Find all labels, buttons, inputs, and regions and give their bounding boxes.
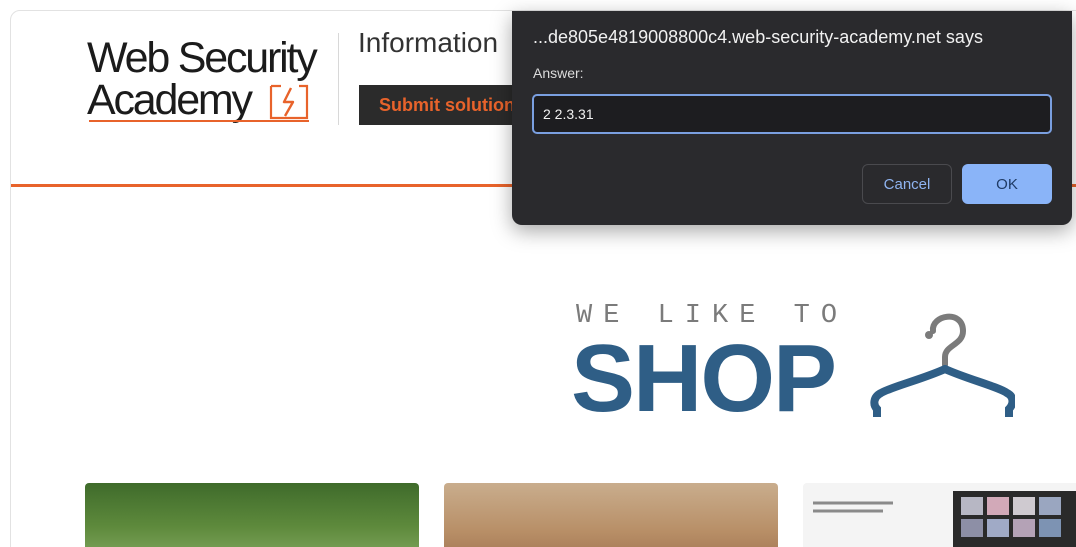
web-security-academy-logo[interactable]: Web Security Academy	[87, 35, 337, 135]
logo-text-line2: Academy	[87, 76, 253, 124]
makeup-palette-graphic	[813, 491, 1076, 547]
ok-button[interactable]: OK	[962, 164, 1052, 204]
dialog-title: ...de805e4819008800c4.web-security-acade…	[533, 27, 983, 47]
dialog-answer-label: Answer:	[533, 65, 584, 81]
shop-headline: SHOP	[571, 325, 837, 432]
header-divider	[338, 33, 339, 125]
product-image-makeup[interactable]	[803, 483, 1076, 547]
product-image-hand[interactable]	[444, 483, 778, 547]
prompt-dialog: ...de805e4819008800c4.web-security-acade…	[512, 11, 1072, 225]
logo-text-line1: Web Security	[87, 34, 318, 82]
lab-info-title: Information	[358, 27, 499, 58]
submit-solution-button[interactable]: Submit solution	[359, 85, 529, 125]
cancel-button[interactable]: Cancel	[862, 164, 952, 204]
logo-lightning-icon	[269, 84, 309, 120]
logo-underline	[89, 120, 309, 122]
product-image-dog[interactable]	[85, 483, 419, 547]
hanger-icon	[870, 313, 1015, 417]
answer-input[interactable]	[532, 94, 1052, 134]
